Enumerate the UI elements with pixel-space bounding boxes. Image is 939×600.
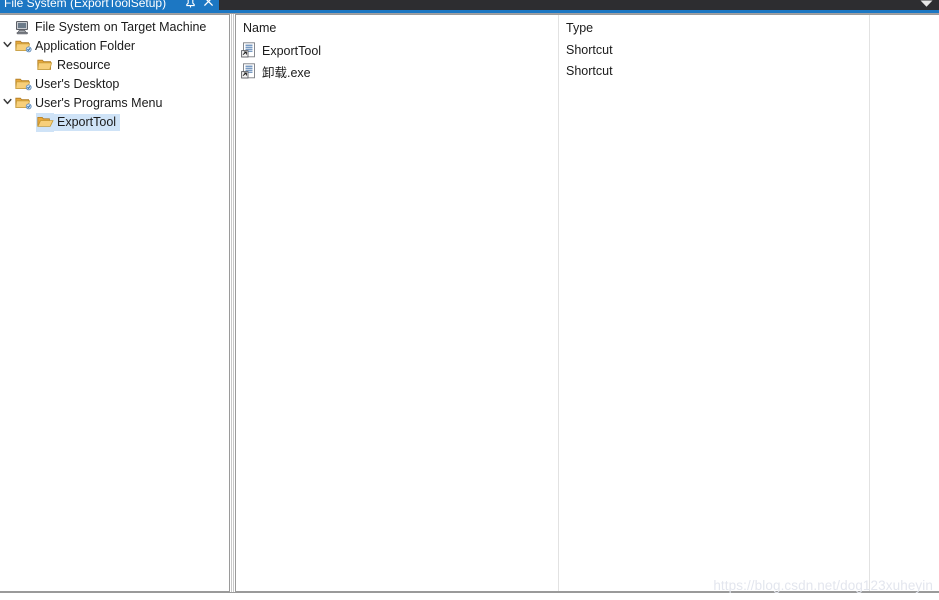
file-list-row[interactable]: ExportTool Shortcut bbox=[236, 40, 939, 61]
folder-icon bbox=[36, 56, 54, 75]
close-icon[interactable] bbox=[203, 0, 214, 9]
tree-item-label: User's Programs Menu bbox=[32, 95, 166, 112]
tree-item-users-programs-menu[interactable]: User's Programs Menu bbox=[0, 94, 228, 113]
tree-item-resource[interactable]: Resource bbox=[0, 56, 228, 75]
tree-expander-users-programs-menu[interactable] bbox=[0, 94, 14, 113]
special-folder-icon bbox=[14, 94, 32, 113]
file-name-cell: ExportTool bbox=[241, 40, 321, 61]
tree-item-label: User's Desktop bbox=[32, 76, 123, 93]
tree-item-label: Application Folder bbox=[32, 38, 139, 55]
column-divider-type[interactable] bbox=[869, 15, 870, 592]
column-header-type[interactable]: Type bbox=[566, 21, 593, 35]
tree-item-application-folder[interactable]: Application Folder bbox=[0, 37, 228, 56]
computer-icon bbox=[14, 18, 32, 37]
file-name-text: 卸载.exe bbox=[262, 62, 311, 81]
tree-item-users-desktop[interactable]: User's Desktop bbox=[0, 75, 228, 94]
tree-item-exporttool[interactable]: ExportTool bbox=[0, 113, 228, 132]
file-type-text: Shortcut bbox=[566, 61, 613, 82]
file-system-tree-panel: File System on Target Machine bbox=[0, 14, 230, 592]
tree-item-file-system-on-target-machine[interactable]: File System on Target Machine bbox=[0, 18, 228, 37]
window-bottom-edge bbox=[0, 592, 939, 600]
file-name-cell: 卸载.exe bbox=[241, 61, 311, 82]
column-header-name[interactable]: Name bbox=[243, 21, 276, 35]
file-list-header: Name Type bbox=[236, 15, 939, 37]
file-system-tree: File System on Target Machine bbox=[0, 15, 228, 132]
special-folder-icon bbox=[14, 37, 32, 56]
file-list-panel: Name Type ExportTool bbox=[235, 14, 939, 592]
column-divider-name[interactable] bbox=[558, 15, 559, 592]
shortcut-icon bbox=[241, 42, 259, 60]
file-list-row[interactable]: 卸载.exe Shortcut bbox=[236, 61, 939, 82]
tree-item-label: File System on Target Machine bbox=[32, 19, 210, 36]
tree-item-label: ExportTool bbox=[54, 114, 120, 131]
tab-title: File System (ExportToolSetup) bbox=[4, 0, 166, 10]
shortcut-icon bbox=[241, 63, 259, 81]
file-system-editor-window: File System (ExportToolSetup) bbox=[0, 0, 939, 600]
splitter-line-right bbox=[233, 14, 234, 592]
open-folder-icon bbox=[36, 113, 54, 132]
tree-item-label: Resource bbox=[54, 57, 115, 74]
tree-expander-application-folder[interactable] bbox=[0, 37, 14, 56]
tab-strip: File System (ExportToolSetup) bbox=[0, 0, 939, 10]
file-name-text: ExportTool bbox=[262, 44, 321, 58]
splitter-line-left bbox=[231, 14, 232, 592]
file-type-text: Shortcut bbox=[566, 40, 613, 61]
special-folder-icon bbox=[14, 75, 32, 94]
watermark-text: https://blog.csdn.net/dog123xuheyin bbox=[713, 578, 933, 593]
